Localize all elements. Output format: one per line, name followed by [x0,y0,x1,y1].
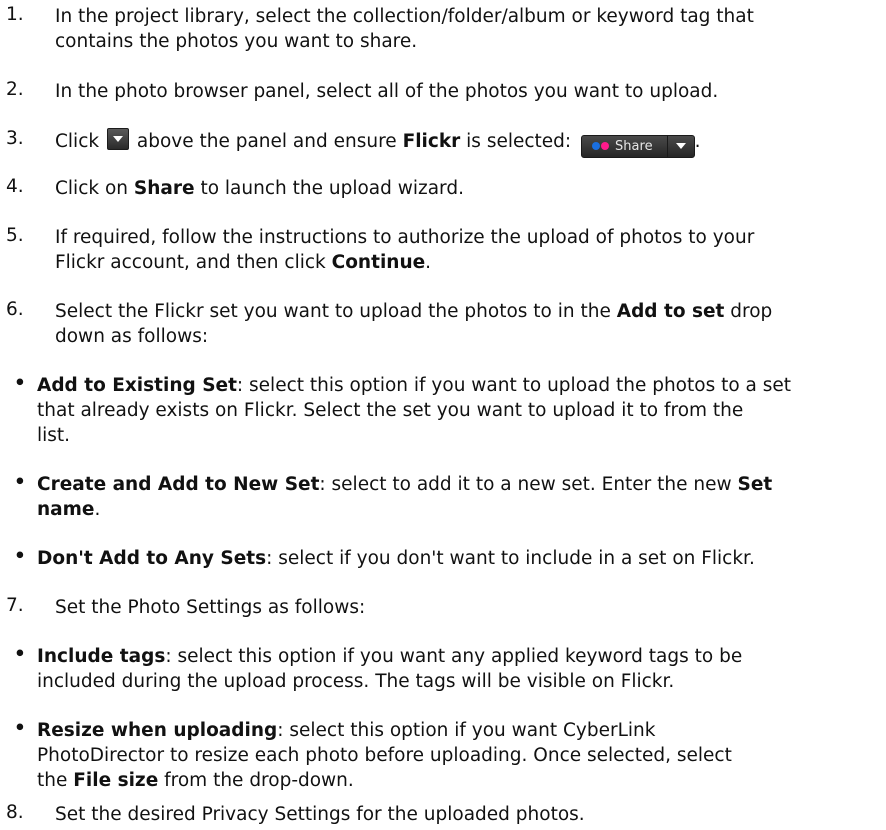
step-number: 6. [6,299,24,320]
bullet-icon: • [14,718,26,739]
step-number: 5. [6,225,24,246]
bullet-icon: • [14,644,26,665]
share-button[interactable]: Share [582,136,667,157]
step-number: 8. [6,802,24,823]
instructions-document: 1. In the project library, select the co… [6,4,792,825]
step-2-text: In the photo browser panel, select all o… [55,81,719,102]
step-1-line-1: In the project library, select the colle… [55,6,754,27]
step-number: 3. [6,128,24,149]
bullet-icon: • [14,546,26,567]
step-number: 1. [6,4,24,25]
share-button-label: Share [615,138,653,154]
step-number: 7. [6,595,24,616]
step-7-text: Set the Photo Settings as follows: [55,597,366,618]
dropdown-arrow-icon[interactable] [106,128,129,150]
step-number: 4. [6,176,24,197]
step-1-line-2: contains the photos you want to share. [55,31,418,52]
bullet-icon: • [14,373,26,394]
share-button-widget[interactable]: Share [581,134,695,158]
step-8-text: Set the desired Privacy Settings for the… [55,804,585,825]
bullet-icon: • [14,472,26,493]
share-dropdown-arrow-icon[interactable] [668,136,694,157]
step-number: 2. [6,79,24,100]
flickr-logo-icon [592,142,601,150]
